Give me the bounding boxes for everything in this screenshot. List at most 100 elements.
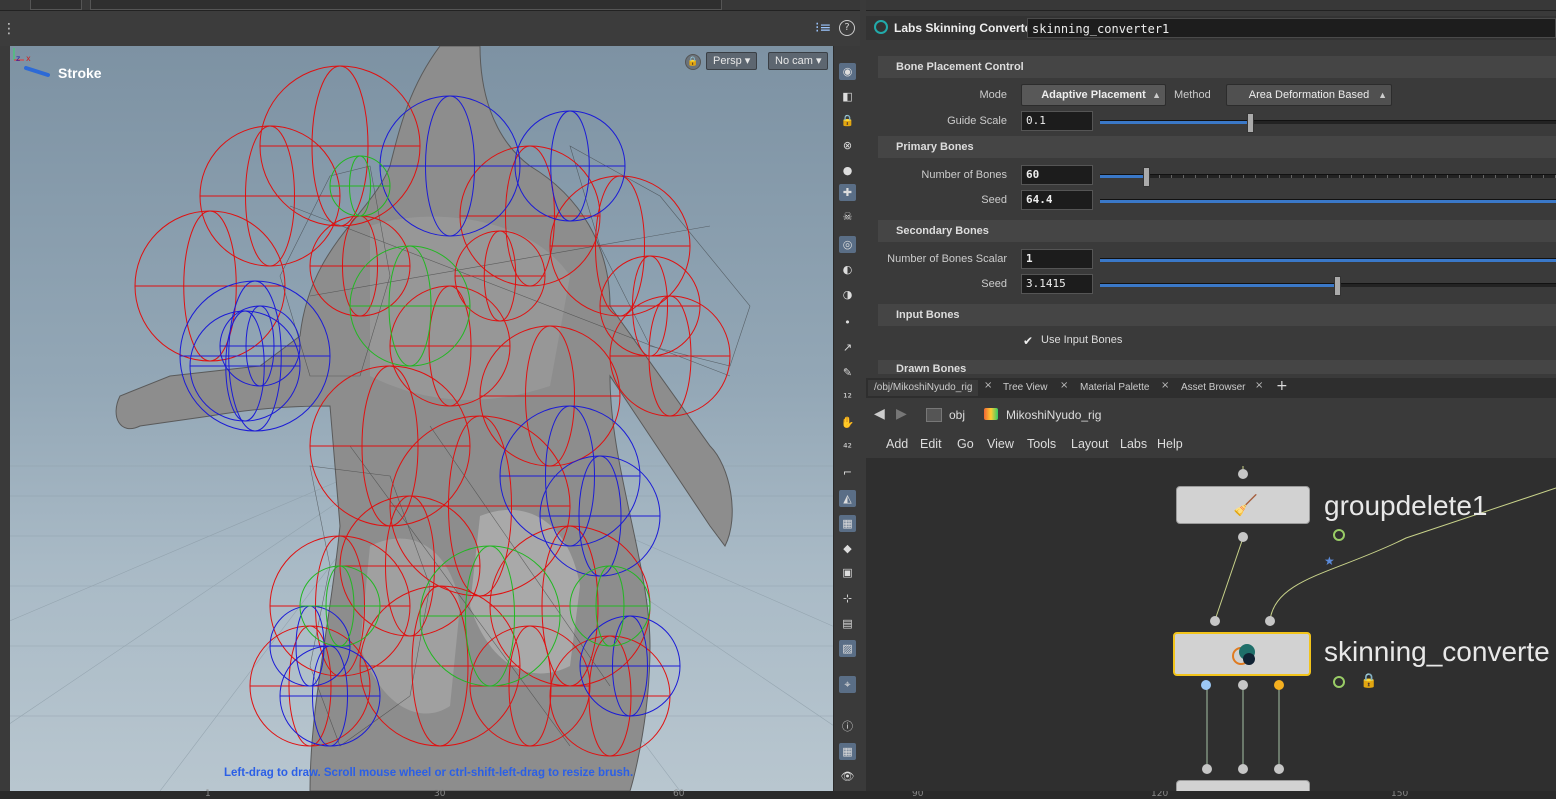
input-port[interactable] bbox=[1202, 764, 1212, 774]
mode-dropdown[interactable]: Adaptive Placement ▲ bbox=[1021, 84, 1166, 106]
close-icon[interactable]: × bbox=[984, 380, 992, 391]
menu-go[interactable]: Go bbox=[957, 437, 974, 451]
background-icon[interactable]: ▨ bbox=[839, 640, 856, 657]
display-options-icon[interactable]: ⁝≡ bbox=[815, 20, 831, 36]
add-tab-icon[interactable]: + bbox=[1276, 378, 1288, 394]
node-label: skinning_converte bbox=[1324, 636, 1550, 667]
ghost-icon[interactable]: ◧ bbox=[839, 88, 856, 105]
persp-button[interactable]: Persp ▾ bbox=[706, 52, 758, 70]
brush-icon[interactable]: ✎ bbox=[839, 364, 856, 381]
display-icon[interactable]: ◉ bbox=[839, 63, 856, 80]
3d-viewport[interactable]: Stroke 🔒 Persp ▾ No cam ▾ z x Left-drag … bbox=[10, 46, 833, 791]
hand-icon[interactable]: ✋ bbox=[839, 414, 856, 431]
input-port[interactable] bbox=[1238, 764, 1248, 774]
normal-icon[interactable]: ↗ bbox=[839, 339, 856, 356]
camera-button[interactable]: No cam ▾ bbox=[768, 52, 829, 70]
number-icon[interactable]: ¹² bbox=[839, 389, 856, 406]
node-name-input[interactable]: skinning_converter1 bbox=[1027, 18, 1556, 38]
tab-tree-view[interactable]: Tree View bbox=[1003, 380, 1047, 396]
seed2-slider-handle[interactable] bbox=[1334, 276, 1342, 296]
menu-add[interactable]: Add bbox=[886, 437, 908, 451]
close-icon[interactable]: × bbox=[1060, 380, 1068, 391]
path-node[interactable]: MikoshiNyudo_rig bbox=[1006, 408, 1101, 422]
menu-labs[interactable]: Labs bbox=[1120, 437, 1147, 451]
texture-icon[interactable]: ▣ bbox=[839, 564, 856, 581]
section-bone-placement[interactable]: Bone Placement Control bbox=[878, 56, 1556, 78]
close-icon[interactable]: × bbox=[1161, 380, 1169, 391]
point-icon[interactable]: • bbox=[839, 314, 856, 331]
seed1-slider[interactable] bbox=[1100, 199, 1556, 203]
seed2-slider[interactable] bbox=[1100, 276, 1556, 296]
skull-icon[interactable]: ☠ bbox=[839, 208, 856, 225]
mode-value: Adaptive Placement bbox=[1041, 89, 1146, 101]
forward-arrow-icon[interactable]: ▶ bbox=[896, 406, 907, 422]
tab-asset-browser[interactable]: Asset Browser bbox=[1181, 380, 1245, 396]
menu-edit[interactable]: Edit bbox=[920, 437, 942, 451]
pin-icon[interactable]: ⊹ bbox=[839, 590, 856, 607]
menu-layout[interactable]: Layout bbox=[1071, 437, 1109, 451]
num-bones-slider[interactable] bbox=[1100, 167, 1556, 187]
grid-icon[interactable]: ▦ bbox=[839, 743, 856, 760]
shade-mode-icon[interactable]: ◭ bbox=[839, 490, 856, 507]
number-alt-icon[interactable]: ⁴² bbox=[839, 439, 856, 456]
section-primary-bones[interactable]: Primary Bones bbox=[878, 136, 1556, 158]
snap-icon[interactable]: ✚ bbox=[839, 184, 856, 201]
menu-help[interactable]: Help bbox=[1157, 437, 1183, 451]
curve-icon[interactable]: ⌐ bbox=[839, 464, 856, 481]
nb-scalar-slider[interactable] bbox=[1100, 258, 1556, 262]
input-port[interactable] bbox=[1265, 616, 1275, 626]
location-icon[interactable]: ⌖ bbox=[839, 676, 856, 693]
node-downstream[interactable] bbox=[1176, 780, 1310, 791]
camera-icon[interactable]: ◎ bbox=[839, 236, 856, 253]
nb-scalar-field[interactable]: 1 bbox=[1021, 249, 1093, 269]
guide-scale-slider[interactable] bbox=[1100, 113, 1556, 133]
eye-icon[interactable]: 👁 bbox=[839, 768, 856, 785]
pane-menu-icon[interactable]: ⋮ bbox=[2, 21, 16, 37]
path-root[interactable]: obj bbox=[949, 408, 965, 422]
guide-scale-slider-handle[interactable] bbox=[1247, 113, 1255, 133]
menu-view[interactable]: View bbox=[987, 437, 1014, 451]
node-groupdelete1[interactable]: 🧹 bbox=[1176, 486, 1310, 524]
seed2-field[interactable]: 3.1415 bbox=[1021, 274, 1093, 294]
section-input-bones[interactable]: Input Bones bbox=[878, 304, 1556, 326]
use-input-bones-checkbox[interactable]: ✔ bbox=[1023, 335, 1035, 347]
method-dropdown[interactable]: Area Deformation Based ▲ bbox=[1226, 84, 1392, 106]
shading-icon[interactable]: ◑ bbox=[839, 286, 856, 303]
light-icon[interactable]: ◐ bbox=[839, 261, 856, 278]
sphere-icon[interactable]: ● bbox=[839, 162, 856, 179]
broom-icon: 🧹 bbox=[1233, 493, 1258, 517]
tab-obj[interactable] bbox=[30, 0, 82, 10]
diamond-icon[interactable]: ◆ bbox=[839, 540, 856, 557]
output-port[interactable] bbox=[1201, 680, 1211, 690]
output-port[interactable] bbox=[1238, 532, 1248, 542]
input-port[interactable] bbox=[1238, 469, 1248, 479]
info-icon[interactable]: ⓘ bbox=[839, 718, 856, 735]
close-circle-icon[interactable]: ⊗ bbox=[839, 137, 856, 154]
layer-icon[interactable]: ▤ bbox=[839, 615, 856, 632]
tab-material-palette[interactable]: Material Palette bbox=[1080, 380, 1149, 396]
tab-network-path[interactable]: /obj/MikoshiNyudo_rig bbox=[868, 380, 979, 396]
output-port[interactable] bbox=[1238, 680, 1248, 690]
close-icon[interactable]: × bbox=[1255, 380, 1263, 391]
num-bones-slider-handle[interactable] bbox=[1142, 167, 1150, 187]
lock-icon[interactable]: 🔒 bbox=[1360, 673, 1377, 689]
section-secondary-bones[interactable]: Secondary Bones bbox=[878, 220, 1556, 242]
guide-scale-field[interactable]: 0.1 bbox=[1021, 111, 1093, 131]
network-editor-canvas[interactable]: 🧹 groupdelete1 ★ skinning_converte 🔒 bbox=[866, 458, 1556, 791]
lock-icon[interactable]: 🔒 bbox=[839, 112, 856, 129]
output-port[interactable] bbox=[1274, 680, 1284, 690]
back-arrow-icon[interactable]: ◀ bbox=[874, 406, 885, 422]
section-drawn-bones[interactable]: Drawn Bones bbox=[878, 360, 1556, 374]
help-icon[interactable]: ? bbox=[839, 20, 855, 36]
input-port[interactable] bbox=[1274, 764, 1284, 774]
node-skinning-converter1[interactable] bbox=[1173, 632, 1311, 676]
lock-camera-icon[interactable]: 🔒 bbox=[685, 54, 701, 70]
num-bones-field[interactable]: 60 bbox=[1021, 165, 1093, 185]
tab-path[interactable] bbox=[90, 0, 722, 10]
node-type-label: Labs Skinning Converter bbox=[894, 21, 1037, 35]
input-port[interactable] bbox=[1210, 616, 1220, 626]
checker-icon[interactable]: ▦ bbox=[839, 515, 856, 532]
menu-tools[interactable]: Tools bbox=[1027, 437, 1056, 451]
timeline-bar[interactable]: 1 30 60 90 120 150 bbox=[0, 789, 1556, 799]
seed1-field[interactable]: 64.4 bbox=[1021, 190, 1093, 210]
